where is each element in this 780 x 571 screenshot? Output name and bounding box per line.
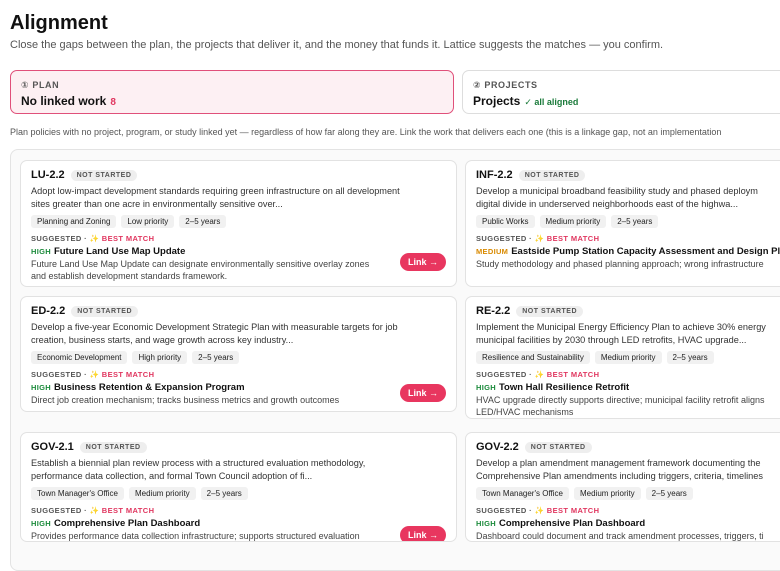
suggested-project-title: Comprehensive Plan Dashboard <box>498 518 646 529</box>
priority-label: HIGH <box>31 383 51 392</box>
policy-description: Develop a five-year Economic Development… <box>31 322 398 345</box>
policy-code: INF-2.2 <box>476 169 513 181</box>
suggested-project-description: Direct job creation mechanism; tracks bu… <box>31 395 340 405</box>
policy-description: Adopt low-impact development standards r… <box>31 186 400 209</box>
priority-label: HIGH <box>476 519 496 528</box>
policy-tags: Public Works Medium priority 2–5 years <box>476 215 780 228</box>
tab-projects-status: ✓ all aligned <box>524 97 579 107</box>
suggested-project: HIGH Future Land Use Map Update <box>31 246 446 257</box>
tab-projects[interactable]: ② PROJECTS Projects ✓ all aligned <box>462 70 780 114</box>
suggested-project-description: Study methodology and phased planning ap… <box>476 259 764 269</box>
tab-projects-eyebrow: ② PROJECTS <box>473 80 538 90</box>
suggested-project-title: Business Retention & Expansion Program <box>53 382 245 393</box>
policy-code: ED-2.2 <box>31 305 66 317</box>
suggestion-label: SUGGESTED · ✨ BEST MATCH <box>476 506 600 515</box>
policy-card: ED-2.2 NOT STARTED Develop a five-year Eco… <box>20 296 457 412</box>
sparkle-icon: ✨ <box>89 370 100 379</box>
sparkle-icon: ✨ <box>89 506 100 515</box>
status-badge: NOT STARTED <box>79 441 147 453</box>
policy-code: RE-2.2 <box>476 305 511 317</box>
tab-plan[interactable]: ① PLAN No linked work 8 <box>10 70 454 114</box>
sparkle-icon: ✨ <box>534 234 545 243</box>
sparkle-icon: ✨ <box>89 234 100 243</box>
gap-description: Plan policies with no project, program, … <box>10 127 722 137</box>
policy-tag: Town Manager's Office <box>476 487 569 500</box>
priority-label: MEDIUM <box>476 247 509 256</box>
suggested-project: HIGH Town Hall Resilience Retrofit <box>476 382 780 393</box>
status-badge: NOT STARTED <box>524 441 592 453</box>
policy-tag: Resilience and Sustainability <box>476 351 590 364</box>
tab-plan-count: 8 <box>110 97 116 108</box>
policy-tag: Public Works <box>476 215 535 228</box>
priority-label: HIGH <box>31 247 51 256</box>
suggestion-label: SUGGESTED · ✨ BEST MATCH <box>31 234 155 243</box>
policy-card: GOV-2.1 NOT STARTED Establish a biennial p… <box>20 432 457 542</box>
page-subtitle: Close the gaps between the plan, the pro… <box>10 39 664 51</box>
priority-label: HIGH <box>31 519 51 528</box>
suggested-project: HIGH Business Retention & Expansion Progr… <box>31 382 446 393</box>
suggested-project-title: Future Land Use Map Update <box>53 246 186 257</box>
status-badge: NOT STARTED <box>516 305 584 317</box>
sparkle-icon: ✨ <box>534 506 545 515</box>
policy-code: GOV-2.2 <box>476 441 519 453</box>
policy-tags: Town Manager's Office Medium priority 2–5 … <box>476 487 780 500</box>
status-badge: NOT STARTED <box>518 169 586 181</box>
suggested-project-description: Dashboard could document and track amend… <box>476 531 764 541</box>
policy-tag: 2–5 years <box>611 215 659 228</box>
suggested-project: HIGH Comprehensive Plan Dashboard <box>31 518 446 529</box>
policy-tags: Resilience and Sustainability Medium prio… <box>476 351 780 364</box>
policy-tag: 2–5 years <box>666 351 714 364</box>
page-title: Alignment <box>10 12 108 34</box>
policy-tag: Medium priority <box>539 215 607 228</box>
link-button[interactable]: Link → <box>399 384 446 402</box>
policy-tag: High priority <box>132 351 188 364</box>
policy-tag: Medium priority <box>573 487 641 500</box>
policy-tag: 2–5 years <box>179 215 227 228</box>
suggested-project: HIGH Comprehensive Plan Dashboard <box>476 518 780 529</box>
policy-card: LU-2.2 NOT STARTED Adopt low-impact develo… <box>20 160 457 287</box>
suggested-project-title: Town Hall Resilience Retrofit <box>498 382 630 393</box>
priority-label: HIGH <box>476 383 496 392</box>
policy-tag: Planning and Zoning <box>31 215 117 228</box>
policy-tag: Low priority <box>121 215 175 228</box>
policy-tag: Medium priority <box>128 487 196 500</box>
policy-code: GOV-2.1 <box>31 441 74 453</box>
policy-description: Develop a municipal broadband feasibilit… <box>476 186 758 209</box>
policy-description: Implement the Municipal Energy Efficienc… <box>476 322 766 345</box>
policy-card: INF-2.2 NOT STARTED Develop a municipal br… <box>465 160 780 287</box>
sparkle-icon: ✨ <box>534 370 545 379</box>
tab-plan-label: No linked work <box>21 94 107 108</box>
policy-tag: 2–5 years <box>192 351 240 364</box>
suggested-project-description: Provides performance data collection inf… <box>31 531 360 541</box>
suggested-project: MEDIUM Eastside Pump Station Capacity Ass… <box>476 246 780 257</box>
policy-tag: Economic Development <box>31 351 128 364</box>
tab-projects-label: Projects <box>473 94 521 108</box>
policy-description: Develop a plan amendment management fram… <box>476 458 763 481</box>
suggestion-label: SUGGESTED · ✨ BEST MATCH <box>476 234 600 243</box>
policy-tags: Planning and Zoning Low priority 2–5 years <box>31 215 446 228</box>
suggested-project-description: HVAC upgrade directly supports directive… <box>476 395 765 417</box>
policy-card: GOV-2.2 NOT STARTED Develop a plan amendme… <box>465 432 780 542</box>
policy-tag: 2–5 years <box>645 487 693 500</box>
policy-description: Establish a biennial plan review process… <box>31 458 366 481</box>
suggestion-label: SUGGESTED · ✨ BEST MATCH <box>476 370 600 379</box>
link-button[interactable]: Link → <box>399 253 446 271</box>
suggestion-label: SUGGESTED · ✨ BEST MATCH <box>31 370 155 379</box>
policy-tag: Medium priority <box>594 351 662 364</box>
policy-tag: 2–5 years <box>200 487 248 500</box>
policy-tags: Town Manager's Office Medium priority 2–5 … <box>31 487 446 500</box>
suggested-project-title: Comprehensive Plan Dashboard <box>53 518 201 529</box>
tab-plan-eyebrow: ① PLAN <box>21 80 60 90</box>
policy-card: RE-2.2 NOT STARTED Implement the Municipal… <box>465 296 780 419</box>
suggestion-label: SUGGESTED · ✨ BEST MATCH <box>31 506 155 515</box>
status-badge: NOT STARTED <box>70 169 138 181</box>
suggested-project-title: Eastside Pump Station Capacity Assessmen… <box>511 246 780 257</box>
policy-code: LU-2.2 <box>31 169 65 181</box>
status-badge: NOT STARTED <box>71 305 139 317</box>
suggested-project-description: Future Land Use Map Update can designate… <box>31 259 370 281</box>
policy-tags: Economic Development High priority 2–5 yea… <box>31 351 446 364</box>
policy-tag: Town Manager's Office <box>31 487 124 500</box>
